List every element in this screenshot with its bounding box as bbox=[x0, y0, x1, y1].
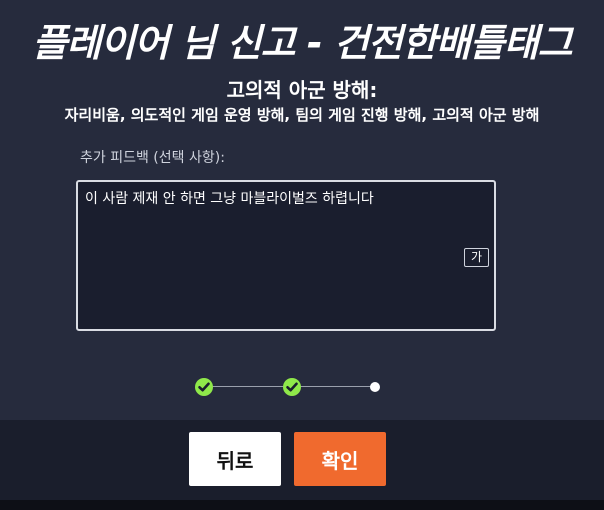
feedback-label: 추가 피드백 (선택 사항): bbox=[80, 150, 225, 166]
feedback-text: 이 사람 제재 안 하면 그냥 마블라이벌즈 하렵니다 bbox=[85, 191, 374, 207]
progress-stepper bbox=[195, 377, 385, 397]
report-category-description: 자리비움, 의도적인 게임 운영 방해, 팀의 게임 진행 방해, 고의적 아군… bbox=[64, 106, 540, 124]
stepper-line bbox=[209, 386, 293, 387]
back-button[interactable]: 뒤로 bbox=[189, 432, 281, 486]
step-2-check-icon bbox=[283, 378, 301, 396]
stepper-line bbox=[295, 386, 375, 387]
report-dialog: 플레이어 님 신고 - 건전한배틀태그 고의적 아군 방해: 자리비움, 의도적… bbox=[0, 0, 604, 420]
bottom-strip bbox=[0, 500, 604, 510]
feedback-textarea[interactable]: 이 사람 제재 안 하면 그냥 마블라이벌즈 하렵니다 가 bbox=[76, 180, 496, 331]
ime-indicator: 가 bbox=[464, 248, 489, 267]
step-3-current-dot bbox=[370, 382, 380, 392]
dialog-footer: 뒤로 확인 bbox=[0, 420, 604, 500]
dialog-title: 플레이어 님 신고 - 건전한배틀태그 bbox=[32, 21, 572, 65]
report-category: 고의적 아군 방해: bbox=[226, 78, 378, 102]
step-1-check-icon bbox=[195, 378, 213, 396]
confirm-button[interactable]: 확인 bbox=[294, 432, 386, 486]
